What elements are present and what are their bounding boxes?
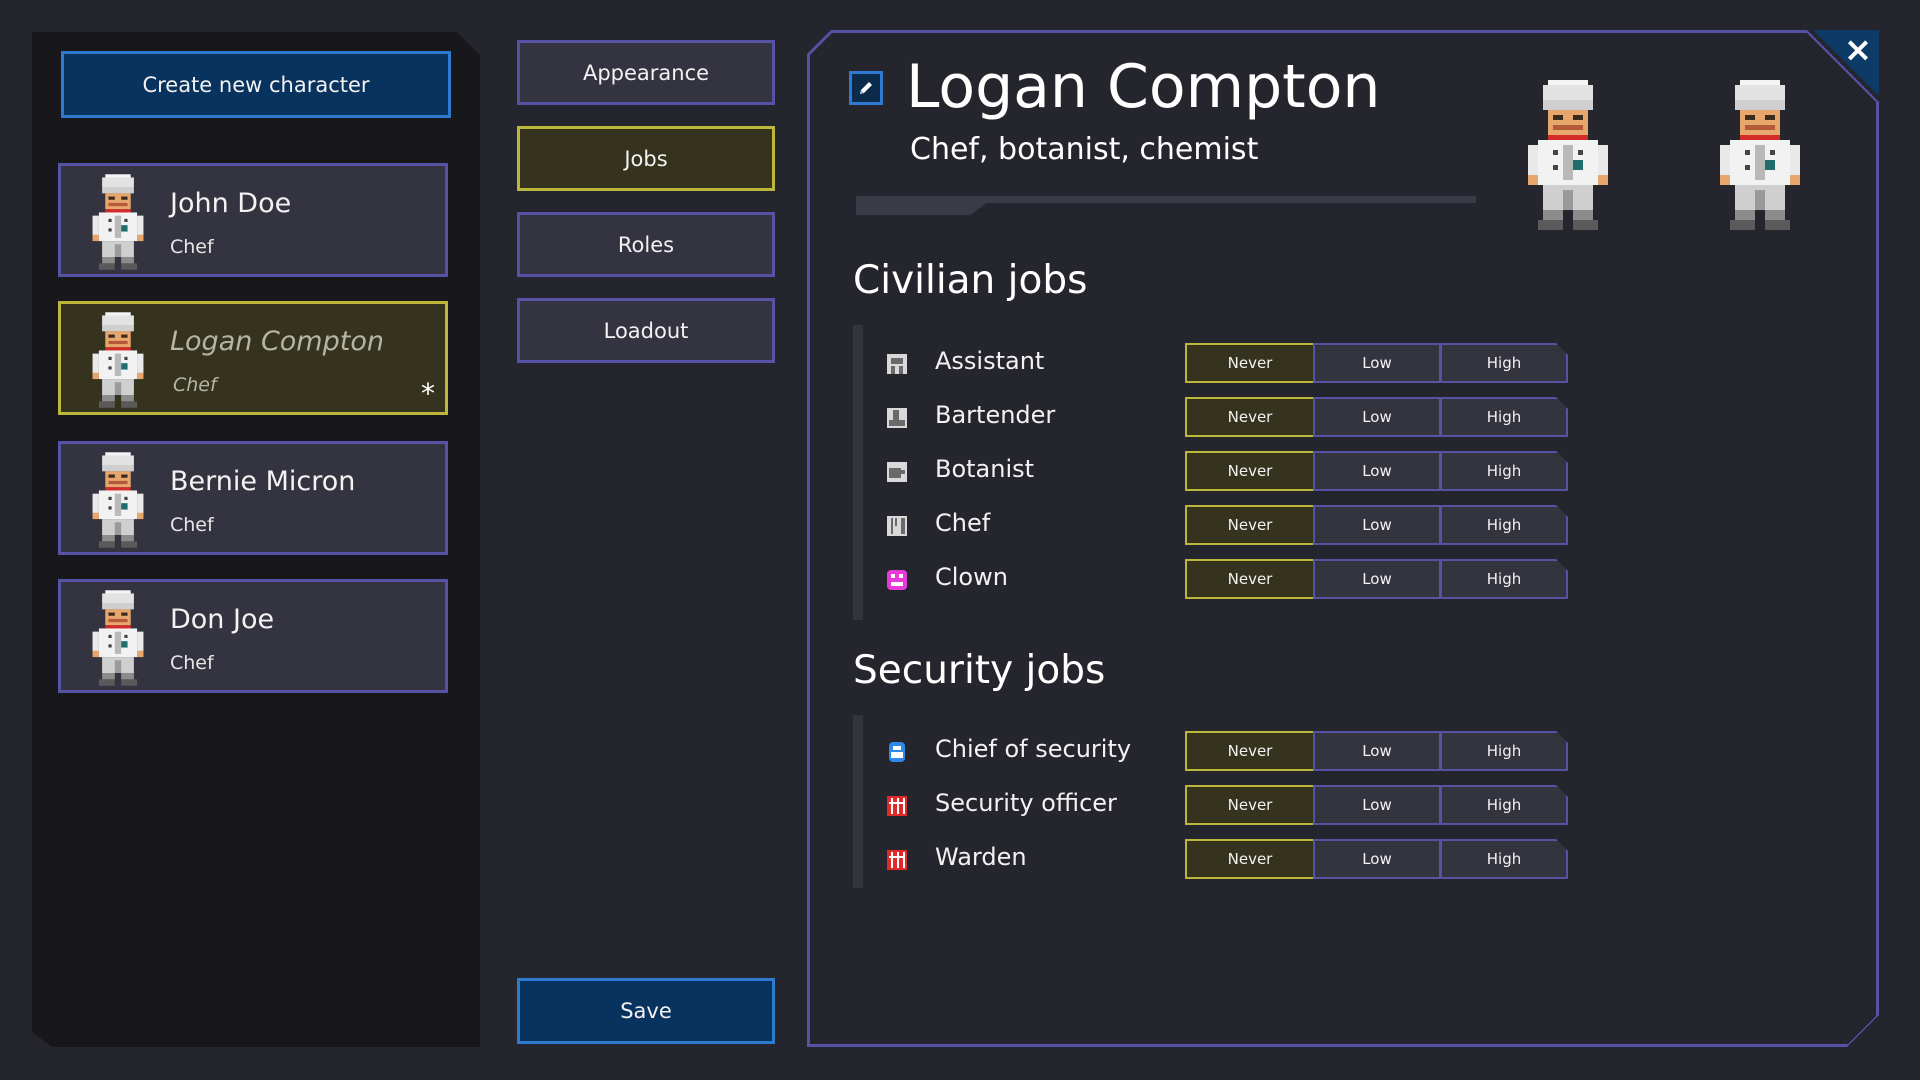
priority-never-button[interactable]: Never (1185, 839, 1315, 879)
priority-low-button[interactable]: Low (1313, 343, 1441, 383)
priority-low-button[interactable]: Low (1313, 559, 1441, 599)
job-row-assistant: Assistant Never Low High (885, 343, 1575, 383)
priority-low-button[interactable]: Low (1313, 397, 1441, 437)
priority-never-button[interactable]: Never (1185, 397, 1315, 437)
section-title-civilian: Civilian jobs (853, 258, 1088, 303)
priority-high-button[interactable]: High (1440, 731, 1568, 771)
chef-sprite-icon (83, 312, 153, 408)
character-card-logan-compton[interactable]: Logan Compton Chef * (58, 301, 448, 415)
save-button[interactable]: Save (517, 978, 775, 1044)
priority-low-button[interactable]: Low (1313, 505, 1441, 545)
assistant-icon (887, 354, 907, 374)
chef-sprite-icon (83, 590, 153, 686)
character-card-bernie-micron[interactable]: Bernie Micron Chef (58, 441, 448, 555)
priority-low-button[interactable]: Low (1313, 839, 1441, 879)
header-divider-notch (856, 203, 986, 215)
priority-low-button[interactable]: Low (1313, 731, 1441, 771)
job-row-security-officer: Security officer Never Low High (885, 785, 1575, 825)
character-preview-side-icon (1705, 60, 1815, 250)
priority-never-button[interactable]: Never (1185, 559, 1315, 599)
character-card-don-joe[interactable]: Don Joe Chef (58, 579, 448, 693)
section-rail (853, 325, 863, 620)
job-row-bartender: Bartender Never Low High (885, 397, 1575, 437)
priority-low-button[interactable]: Low (1313, 785, 1441, 825)
priority-never-button[interactable]: Never (1185, 731, 1315, 771)
profile-jobs-summary: Chef, botanist, chemist (910, 132, 1259, 167)
tab-loadout[interactable]: Loadout (517, 298, 775, 363)
profile-name: Logan Compton (906, 52, 1381, 122)
character-preview-front-icon (1513, 60, 1623, 250)
job-row-clown: Clown Never Low High (885, 559, 1575, 599)
job-row-chief-of-security: Chief of security Never Low High (885, 731, 1575, 771)
character-name: John Doe (170, 188, 292, 219)
warden-icon (887, 850, 907, 870)
priority-never-button[interactable]: Never (1185, 505, 1315, 545)
priority-high-button[interactable]: High (1440, 397, 1568, 437)
clown-icon (887, 570, 907, 590)
job-name: Botanist (935, 455, 1035, 483)
job-name: Chief of security (935, 735, 1132, 763)
chef-sprite-icon (83, 452, 153, 548)
job-name: Warden (935, 843, 1027, 871)
character-job: Chef (173, 374, 217, 396)
character-name: Logan Compton (170, 326, 384, 357)
priority-low-button[interactable]: Low (1313, 451, 1441, 491)
unsaved-asterisk-icon: * (421, 377, 435, 410)
priority-never-button[interactable]: Never (1185, 785, 1315, 825)
job-name: Assistant (935, 347, 1045, 375)
job-name: Chef (935, 509, 991, 537)
pencil-icon (860, 82, 872, 94)
close-button[interactable]: × (1840, 30, 1876, 70)
priority-never-button[interactable]: Never (1185, 451, 1315, 491)
job-name: Clown (935, 563, 1008, 591)
character-card-john-doe[interactable]: John Doe Chef (58, 163, 448, 277)
priority-high-button[interactable]: High (1440, 343, 1568, 383)
character-job: Chef (170, 652, 214, 674)
job-name: Bartender (935, 401, 1056, 429)
character-job: Chef (170, 236, 214, 258)
priority-high-button[interactable]: High (1440, 839, 1568, 879)
priority-high-button[interactable]: High (1440, 785, 1568, 825)
character-job: Chef (170, 514, 214, 536)
character-name: Bernie Micron (170, 466, 356, 497)
bartender-icon (887, 408, 907, 428)
section-title-security: Security jobs (853, 648, 1106, 693)
chef-sprite-icon (83, 174, 153, 270)
job-row-chef: Chef Never Low High (885, 505, 1575, 545)
priority-high-button[interactable]: High (1440, 505, 1568, 545)
priority-high-button[interactable]: High (1440, 451, 1568, 491)
job-row-warden: Warden Never Low High (885, 839, 1575, 879)
chief-of-security-icon (889, 742, 905, 762)
character-name: Don Joe (170, 604, 275, 635)
create-character-button[interactable]: Create new character (61, 51, 451, 118)
header-divider (856, 196, 1476, 203)
section-rail (853, 715, 863, 888)
tab-jobs[interactable]: Jobs (517, 126, 775, 191)
tab-appearance[interactable]: Appearance (517, 40, 775, 105)
priority-high-button[interactable]: High (1440, 559, 1568, 599)
job-row-botanist: Botanist Never Low High (885, 451, 1575, 491)
security-officer-icon (887, 796, 907, 816)
edit-name-button[interactable] (849, 71, 883, 105)
chef-icon (887, 516, 907, 536)
priority-never-button[interactable]: Never (1185, 343, 1315, 383)
tab-roles[interactable]: Roles (517, 212, 775, 277)
botanist-icon (887, 462, 907, 482)
job-name: Security officer (935, 789, 1117, 817)
